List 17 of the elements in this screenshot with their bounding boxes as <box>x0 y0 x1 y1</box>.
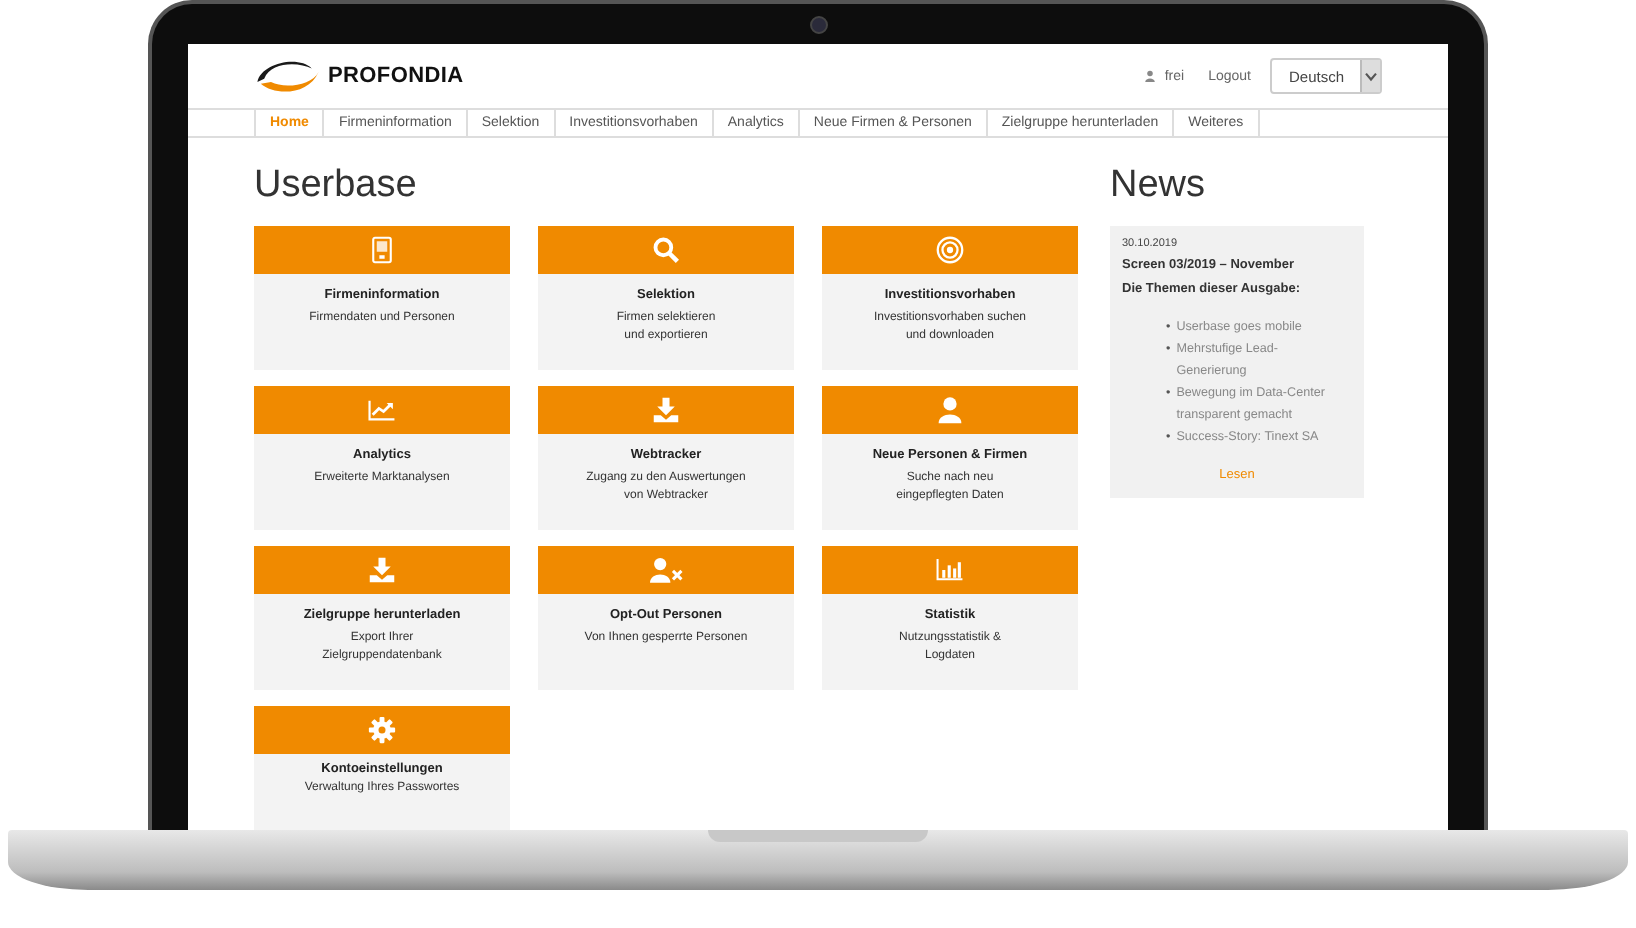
user-icon <box>1144 70 1157 83</box>
page-title: Userbase <box>254 162 419 210</box>
news-heading: News <box>1110 162 1208 210</box>
search-icon <box>652 236 680 264</box>
logo-text: PROFONDIA <box>328 64 464 89</box>
bar-chart-icon <box>936 556 964 584</box>
line-chart-icon <box>368 396 396 424</box>
phone-icon <box>368 236 396 264</box>
camera-icon <box>809 15 827 33</box>
gear-icon <box>368 716 396 744</box>
logo-icon <box>254 57 322 96</box>
download-icon <box>368 556 396 584</box>
target-icon <box>936 236 964 264</box>
caret-icon <box>1364 71 1378 82</box>
person-remove-icon <box>649 556 683 584</box>
person-icon <box>936 396 964 424</box>
download-icon <box>652 396 680 424</box>
